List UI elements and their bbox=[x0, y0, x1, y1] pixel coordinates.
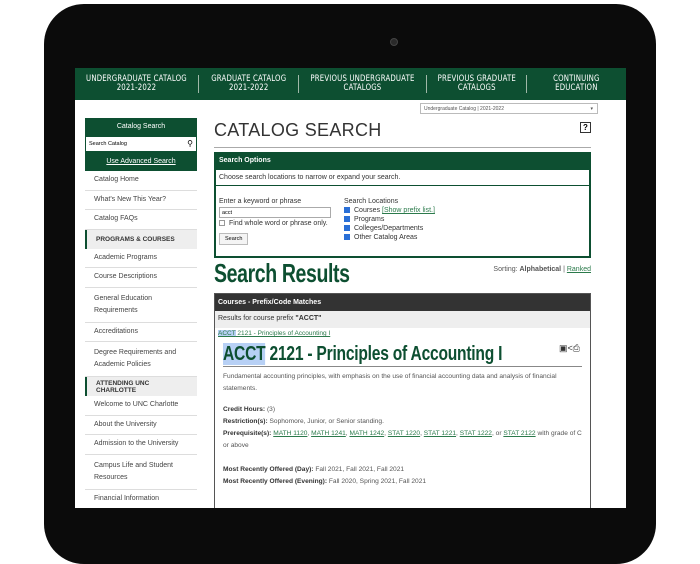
offered-day: Most Recently Offered (Day): Fall 2021, … bbox=[223, 466, 405, 473]
whole-word-checkbox[interactable] bbox=[219, 220, 225, 226]
offered-evening: Most Recently Offered (Evening): Fall 20… bbox=[223, 478, 427, 485]
location-option: Other Catalog Areas bbox=[344, 234, 435, 241]
sidebar-item[interactable]: Academic Programs bbox=[85, 249, 197, 268]
location-checkbox[interactable] bbox=[344, 216, 350, 222]
panel-sub: Results for course prefix "ACCT" bbox=[215, 311, 590, 328]
options-sub: Choose search locations to narrow or exp… bbox=[216, 170, 589, 186]
screen: UNDERGRADUATE CATALOG 2021-2022 GRADUATE … bbox=[75, 68, 626, 508]
prereq-link[interactable]: STAT 1222 bbox=[460, 430, 492, 437]
page-title: CATALOG SEARCH bbox=[214, 120, 382, 140]
location-option: Courses [Show prefix list.] bbox=[344, 207, 435, 214]
sidebar-item[interactable]: Course Descriptions bbox=[85, 268, 197, 288]
sidebar-item[interactable]: Welcome to UNC Charlotte bbox=[85, 396, 197, 416]
location-option: Programs bbox=[344, 216, 435, 223]
nav-item[interactable]: GRADUATE CATALOG 2021-2022 bbox=[199, 75, 299, 93]
prereq-link[interactable]: MATH 1241 bbox=[311, 430, 346, 437]
sidebar-item[interactable]: Degree Requirements and Academic Policie… bbox=[85, 342, 197, 377]
nav-item[interactable]: PREVIOUS UNDERGRADUATE CATALOGS bbox=[299, 75, 427, 93]
top-nav: UNDERGRADUATE CATALOG 2021-2022 GRADUATE … bbox=[75, 68, 626, 100]
sidebar-item[interactable]: Admission to the University bbox=[85, 435, 197, 455]
keyword-label: Enter a keyword or phrase bbox=[219, 198, 302, 205]
print-icon[interactable]: ⎙ bbox=[573, 343, 580, 353]
sidebar: Catalog Search Search Catalog ⚲ Use Advan… bbox=[85, 118, 197, 508]
chevron-down-icon: ▾ bbox=[590, 106, 593, 112]
options-head: Search Options bbox=[216, 152, 589, 170]
nav-item[interactable]: UNDERGRADUATE CATALOG 2021-2022 bbox=[75, 75, 199, 93]
sidebar-item[interactable]: Catalog FAQs bbox=[85, 210, 197, 230]
camera bbox=[390, 38, 398, 46]
favorite-icon[interactable]: ▣ bbox=[559, 343, 568, 353]
keyword-input[interactable]: acct bbox=[219, 207, 331, 218]
prereq-link[interactable]: STAT 1220 bbox=[388, 430, 420, 437]
course-description: Fundamental accounting principles, with … bbox=[223, 373, 557, 392]
prereq-link[interactable]: MATH 1120 bbox=[273, 430, 307, 437]
search-icon[interactable]: ⚲ bbox=[187, 139, 193, 148]
search-options: Search Options Choose search locations t… bbox=[214, 152, 591, 258]
location-checkbox[interactable] bbox=[344, 207, 350, 213]
divider bbox=[214, 147, 591, 148]
nav-item[interactable]: CONTINUING EDUCATION bbox=[527, 75, 626, 93]
search-button[interactable]: Search bbox=[219, 233, 249, 245]
advanced-search-link[interactable]: Use Advanced Search bbox=[85, 152, 197, 171]
sidebar-item[interactable]: Financial Information bbox=[85, 490, 197, 509]
sidebar-item[interactable]: Catalog Home bbox=[85, 171, 197, 191]
show-prefix-list-link[interactable]: [Show prefix list.] bbox=[382, 207, 435, 214]
panel-head: Courses - Prefix/Code Matches bbox=[215, 294, 590, 311]
locations-label: Search Locations bbox=[344, 198, 399, 205]
credit-hours: Credit Hours: (3) bbox=[223, 406, 276, 413]
restrictions: Restriction(s): Sophomore, Junior, or Se… bbox=[223, 418, 384, 425]
sidebar-item[interactable]: Accreditations bbox=[85, 323, 197, 342]
sidebar-item[interactable]: What's New This Year? bbox=[85, 191, 197, 210]
sidebar-section-header: PROGRAMS & COURSES bbox=[85, 229, 197, 249]
help-icon[interactable]: ? bbox=[580, 122, 591, 133]
results-title: Search Results bbox=[214, 258, 350, 288]
course-link[interactable]: ACCT 2121 - Principles of Accounting I bbox=[215, 328, 590, 339]
catalog-select[interactable]: Undergraduate Catalog | 2021-2022 ▾ bbox=[420, 103, 598, 114]
sidebar-item[interactable]: About the University bbox=[85, 416, 197, 435]
sorting: Sorting: Alphabetical | Ranked bbox=[493, 266, 591, 273]
prereq-link[interactable]: STAT 1221 bbox=[424, 430, 456, 437]
sidebar-head: Catalog Search bbox=[85, 118, 197, 136]
prereq-link[interactable]: MATH 1242 bbox=[349, 430, 384, 437]
prerequisites: Prerequisite(s): MATH 1120, MATH 1241, M… bbox=[223, 430, 582, 449]
catalog-search-input[interactable]: Search Catalog ⚲ bbox=[85, 136, 197, 152]
course-title: ACCT 2121 - Principles of Accounting I bbox=[223, 343, 503, 365]
location-option: Colleges/Departments bbox=[344, 225, 435, 232]
location-checkbox[interactable] bbox=[344, 234, 350, 240]
sidebar-item[interactable]: Campus Life and Student Resources bbox=[85, 455, 197, 490]
nav-item[interactable]: PREVIOUS GRADUATE CATALOGS bbox=[427, 75, 527, 93]
location-checkbox[interactable] bbox=[344, 225, 350, 231]
sidebar-item[interactable]: General Education Requirements bbox=[85, 288, 197, 323]
results-panel: Courses - Prefix/Code Matches Results fo… bbox=[214, 293, 591, 508]
sidebar-section-header: ATTENDING UNC CHARLOTTE bbox=[85, 377, 197, 396]
ranked-link[interactable]: Ranked bbox=[567, 266, 591, 273]
prereq-link[interactable]: STAT 2122 bbox=[503, 430, 535, 437]
